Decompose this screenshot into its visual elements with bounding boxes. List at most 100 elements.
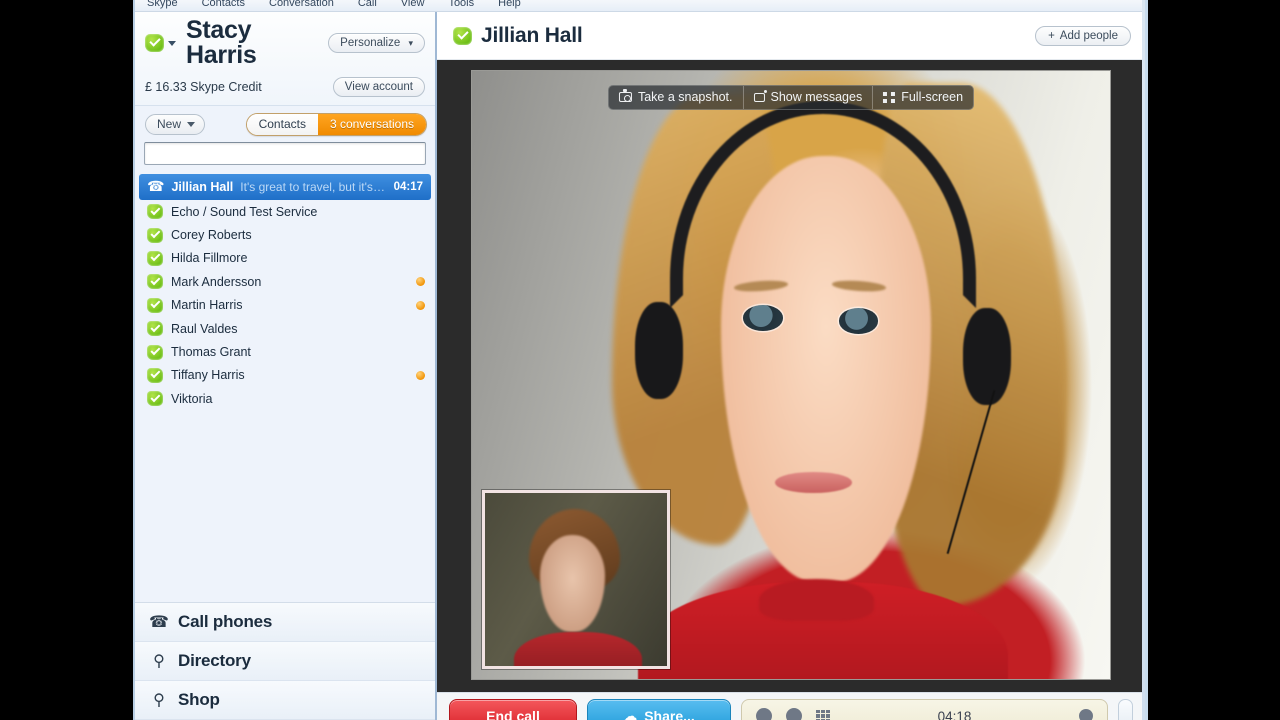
window-body: Stacy Harris Personalize ▾ £ 16.33 Skype… [135,12,1145,720]
contact-name: Hilda Fillmore [171,251,248,266]
sidebar: Stacy Harris Personalize ▾ £ 16.33 Skype… [135,12,437,720]
account-username: Stacy Harris [186,16,257,69]
remote-video[interactable]: Take a snapshot. Show messages Full-scre… [471,70,1111,680]
online-check-icon[interactable] [145,34,164,52]
online-check-icon [147,321,163,337]
search-wrapper [135,142,435,172]
menu-item-help[interactable]: Help [498,0,521,9]
list-item[interactable]: Thomas Grant [135,340,435,363]
contact-name: Raul Valdes [171,321,238,336]
window-scrollbar[interactable] [1142,0,1145,720]
call-info-bar: 04:18 [741,699,1108,720]
search-icon: ⚲ [153,653,165,670]
contact-name: Echo / Sound Test Service [171,204,318,219]
microphone-icon[interactable] [756,708,772,720]
screen: Skype Contacts Conversation Call View To… [0,0,1280,720]
online-check-icon [147,274,163,290]
menu-item-tools[interactable]: Tools [448,0,474,9]
unread-badge-icon [416,370,425,380]
call-timer: 04:18 [937,708,972,720]
online-check-icon [147,204,163,220]
share-button[interactable]: ☁ Share... [587,699,731,720]
contact-name: Martin Harris [171,298,243,313]
decorative-shape [775,472,852,493]
menu-item-view[interactable]: View [401,0,425,9]
plus-icon: + [1048,29,1055,42]
online-check-icon [147,250,163,266]
list-mode-segmented-control: Contacts 3 conversations [245,113,427,136]
message-icon [753,89,767,102]
video-toolbar: Take a snapshot. Show messages Full-scre… [607,85,975,110]
list-item[interactable]: Raul Valdes [135,317,435,340]
sidebar-item-shop[interactable]: ⚲ Shop [135,681,435,720]
unread-badge-icon [416,277,425,287]
list-item[interactable]: Hilda Fillmore [135,247,435,270]
sidebar-item-call-phones[interactable]: ☎ Call phones [135,603,435,642]
conversation-name: Jillian Hall [171,179,234,194]
skype-credit: £ 16.33 Skype Credit [145,80,262,94]
search-input[interactable] [144,142,426,165]
sidebar-item-label: Call phones [178,612,273,631]
fullscreen-icon [883,91,896,103]
show-messages-button[interactable]: Show messages [742,86,872,109]
skype-window: Skype Contacts Conversation Call View To… [133,0,1148,720]
volume-icon[interactable] [1079,709,1094,720]
camera-icon [618,89,632,102]
call-header: Jillian Hall + Add people [437,12,1145,60]
scrollbar-thumb[interactable] [1118,699,1133,720]
conversation-time: 04:17 [393,180,423,193]
end-call-button[interactable]: End call [449,699,577,720]
show-messages-label: Show messages [770,90,863,104]
online-check-icon [147,344,163,360]
list-item[interactable]: Echo / Sound Test Service [135,200,435,223]
sidebar-item-directory[interactable]: ⚲ Directory [135,642,435,681]
self-view-video[interactable] [482,489,671,670]
list-item[interactable]: Corey Roberts [135,223,435,246]
new-label: New [157,117,182,131]
menu-item-skype[interactable]: Skype [147,0,178,9]
sidebar-item-label: Directory [178,651,251,670]
online-check-icon [453,26,472,45]
new-button[interactable]: New [145,114,206,135]
call-panel: Jillian Hall + Add people Take a snapsho… [437,12,1145,720]
telephone-icon: ☎ [149,614,169,631]
contact-name: Mark Andersson [171,274,262,289]
list-item[interactable]: Viktoria [135,387,435,410]
menu-item-call[interactable]: Call [358,0,377,9]
share-label: Share... [644,708,695,720]
conversation-row-jillian-hall[interactable]: ☎ Jillian Hall It's great to travel, but… [139,174,431,200]
chevron-down-icon: ▾ [408,38,413,48]
tab-contacts[interactable]: Contacts [246,114,318,135]
sidebar-bottom-nav: ☎ Call phones ⚲ Directory ⚲ Shop [135,602,435,720]
list-item[interactable]: Tiffany Harris [135,364,435,387]
decorative-shape [743,305,783,331]
video-camera-icon[interactable] [786,708,802,720]
list-item[interactable]: Mark Andersson [135,270,435,293]
online-check-icon [147,391,163,407]
unread-badge-icon [416,300,425,310]
account-credit-row: £ 16.33 Skype Credit View account [145,77,425,97]
account-panel: Stacy Harris Personalize ▾ £ 16.33 Skype… [135,12,435,106]
full-screen-label: Full-screen [901,90,964,104]
menu-item-conversation[interactable]: Conversation [269,0,334,9]
decorative-shape [759,578,874,622]
view-account-button[interactable]: View account [332,77,425,97]
list-item[interactable]: Martin Harris [135,294,435,317]
menu-item-contacts[interactable]: Contacts [202,0,245,9]
personalize-button[interactable]: Personalize ▾ [328,33,425,53]
contact-list[interactable]: ☎ Jillian Hall It's great to travel, but… [135,172,435,602]
dialpad-icon[interactable] [816,710,830,720]
tab-conversations[interactable]: 3 conversations [317,114,426,135]
full-screen-button[interactable]: Full-screen [872,86,973,109]
contact-name: Corey Roberts [171,228,252,243]
decorative-shape [838,308,879,334]
chevron-down-icon[interactable] [168,40,176,46]
contact-name: Tiffany Harris [171,368,245,383]
share-icon: ☁ [623,707,638,720]
menu-bar[interactable]: Skype Contacts Conversation Call View To… [135,0,1145,12]
page-title: Jillian Hall [481,23,583,47]
online-check-icon [147,227,163,243]
conversation-preview: It's great to travel, but it's e... [240,179,387,194]
take-snapshot-button[interactable]: Take a snapshot. [609,86,743,109]
add-people-button[interactable]: + Add people [1035,25,1131,46]
